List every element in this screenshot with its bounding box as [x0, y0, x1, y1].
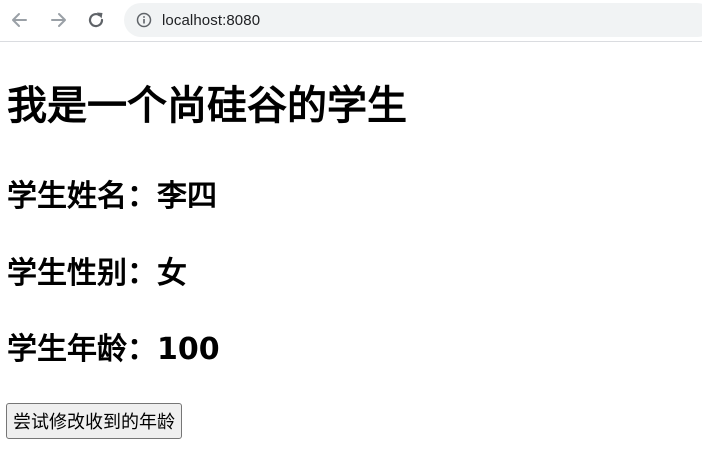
modify-age-button[interactable]: 尝试修改收到的年龄 [6, 403, 182, 439]
address-bar[interactable]: localhost:8080 [124, 3, 702, 37]
student-gender-line: 学生性别：女 [7, 256, 187, 291]
back-button[interactable] [6, 6, 34, 34]
student-name-line: 学生姓名：李四 [7, 179, 217, 214]
url-text: localhost:8080 [162, 11, 261, 29]
student-age-line: 学生年龄：100 [7, 332, 220, 367]
page-heading: 我是一个尚硅谷的学生 [7, 83, 407, 129]
reload-button[interactable] [82, 6, 110, 34]
info-icon[interactable] [136, 12, 152, 28]
arrow-right-icon [51, 13, 66, 27]
arrow-left-icon [12, 13, 27, 27]
forward-button[interactable] [44, 6, 72, 34]
browser-toolbar: localhost:8080 [0, 0, 702, 42]
reload-icon [88, 12, 104, 28]
